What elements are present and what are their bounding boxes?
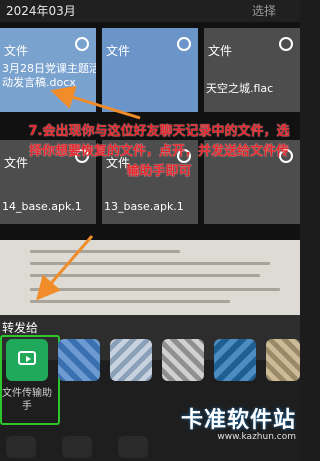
- text-line: [30, 274, 260, 277]
- text-line: [30, 288, 280, 291]
- file-name: 14_base.apk.1: [2, 200, 82, 213]
- select-circle-icon[interactable]: [75, 37, 89, 51]
- text-line: [30, 300, 230, 303]
- file-tile-2[interactable]: 文件: [102, 28, 198, 112]
- file-transfer-helper-button[interactable]: [6, 339, 48, 381]
- text-line: [30, 250, 180, 253]
- select-button[interactable]: 选择: [252, 2, 276, 19]
- contact-avatar[interactable]: [266, 339, 300, 381]
- file-name: 3月28日党课主题活 动发言稿.docx: [2, 62, 96, 89]
- action-icon[interactable]: [62, 436, 92, 458]
- select-circle-icon[interactable]: [177, 37, 191, 51]
- contact-avatar[interactable]: [214, 339, 256, 381]
- file-type-label: 文件: [4, 44, 29, 58]
- file-name: 13_base.apk.1: [104, 200, 184, 213]
- file-tile-flac[interactable]: 文件 天空之城.flac: [204, 28, 300, 112]
- file-transfer-helper-label: 文件传输助手: [2, 388, 52, 412]
- file-type-label: 文件: [106, 44, 131, 58]
- file-tile-docx[interactable]: 文件 3月28日党课主题活 动发言稿.docx: [0, 28, 96, 112]
- file-type-label: 文件: [208, 44, 233, 58]
- share-sheet-title: 转发给: [2, 321, 39, 335]
- folder-arrow-icon: [18, 351, 36, 365]
- select-circle-icon[interactable]: [279, 37, 293, 51]
- action-icon[interactable]: [118, 436, 148, 458]
- date-header: 2024年03月: [6, 4, 76, 18]
- contact-avatar[interactable]: [162, 339, 204, 381]
- text-line: [30, 262, 270, 265]
- watermark-brand: 卡准软件站: [180, 408, 296, 433]
- watermark: 卡准软件站 www.kazhun.com: [181, 402, 296, 442]
- contact-avatar[interactable]: [110, 339, 152, 381]
- action-icon[interactable]: [6, 436, 36, 458]
- contact-avatar[interactable]: [58, 339, 100, 381]
- top-bar: 2024年03月 选择: [0, 0, 300, 22]
- file-name: 天空之城.flac: [206, 82, 274, 95]
- instruction-annotation: 7.会出现你与这位好友聊天记录中的文件，选择你想要恢复的文件，点开，并发送给文件…: [28, 124, 290, 179]
